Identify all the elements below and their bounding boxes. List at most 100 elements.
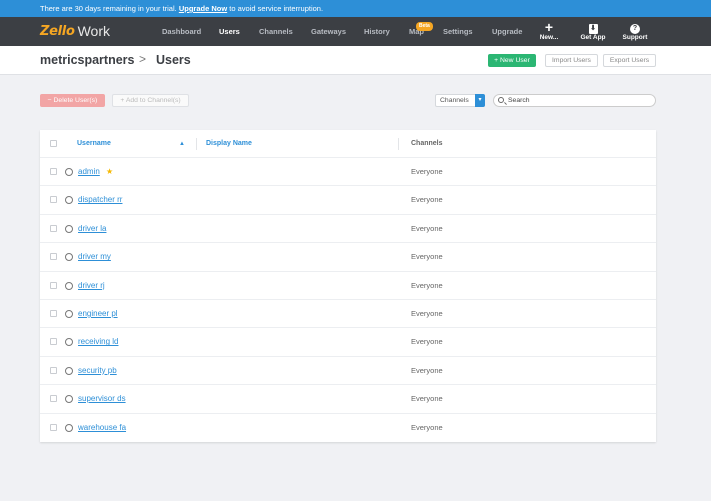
table-row[interactable]: receiving ld Everyone: [40, 328, 656, 357]
row-checkbox[interactable]: [50, 423, 57, 431]
username-column-header[interactable]: Username: [77, 130, 111, 158]
nav-channels[interactable]: Channels: [259, 17, 293, 46]
logo-work-text: Work: [77, 23, 111, 39]
column-divider: [398, 138, 399, 150]
table-row[interactable]: admin ★ Everyone: [40, 158, 656, 187]
nav-gateways[interactable]: Gateways: [311, 17, 346, 46]
display-name-column-header[interactable]: Display Name: [206, 130, 252, 158]
status-circle-icon: [65, 309, 73, 318]
row-checkbox[interactable]: [50, 395, 57, 403]
zello-work-logo[interactable]: Zello Work: [40, 23, 110, 39]
username-link[interactable]: driver my: [78, 243, 111, 271]
username-link[interactable]: dispatcher rr: [78, 186, 122, 214]
row-checkbox[interactable]: [50, 196, 57, 204]
logo-zello-text: Zello: [40, 23, 75, 39]
row-checkbox[interactable]: [50, 281, 57, 289]
new-menu-label: New...: [539, 34, 559, 41]
username-link[interactable]: security pb: [78, 357, 117, 385]
help-icon: ?: [630, 24, 640, 34]
status-circle-icon: [65, 338, 73, 347]
status-circle-icon: [65, 395, 73, 404]
channels-filter-select[interactable]: Channels ▾: [435, 94, 485, 107]
username-link[interactable]: engineer pl: [78, 300, 118, 328]
row-checkbox[interactable]: [50, 366, 57, 374]
status-circle-icon: [65, 196, 73, 205]
row-checkbox[interactable]: [50, 338, 57, 346]
channels-cell: Everyone: [411, 394, 443, 404]
new-user-button[interactable]: + New User: [488, 54, 536, 67]
users-table: Username ▲ Display Name Channels admin ★ E…: [40, 130, 656, 442]
star-icon: ★: [106, 167, 114, 176]
channels-cell: Everyone: [411, 195, 443, 205]
search-placeholder: Search: [508, 97, 530, 104]
map-beta-badge: Beta: [416, 22, 433, 31]
table-header: Username ▲ Display Name Channels: [40, 130, 656, 158]
row-checkbox[interactable]: [50, 309, 57, 317]
users-toolbar: − Delete User(s) + Add to Channel(s) Cha…: [0, 93, 711, 109]
download-icon: ⬇: [588, 24, 598, 34]
username-link[interactable]: driver la: [78, 215, 106, 243]
table-body: admin ★ Everyone dispatcher rr Everyone drive…: [40, 158, 656, 442]
channels-filter-value: Channels: [440, 97, 469, 104]
nav-upgrade[interactable]: Upgrade: [492, 17, 522, 46]
channels-cell: Everyone: [411, 252, 443, 262]
nav-users[interactable]: Users: [219, 17, 240, 46]
search-input[interactable]: Search: [493, 94, 656, 107]
channels-cell: Everyone: [411, 365, 443, 375]
username-link[interactable]: driver rj: [78, 272, 105, 300]
select-all-checkbox[interactable]: [50, 140, 57, 147]
nav-dashboard[interactable]: Dashboard: [162, 17, 201, 46]
table-row[interactable]: dispatcher rr Everyone: [40, 186, 656, 215]
table-row[interactable]: warehouse fa Everyone: [40, 414, 656, 442]
username-link[interactable]: warehouse fa: [78, 414, 126, 442]
status-circle-icon: [65, 423, 73, 432]
get-app-label: Get App: [580, 34, 606, 41]
username-link[interactable]: receiving ld: [78, 328, 118, 356]
chevron-right-icon: >: [139, 52, 147, 66]
top-navbar: Zello Work Dashboard Users Channels Gate…: [0, 17, 711, 46]
table-row[interactable]: engineer pl Everyone: [40, 300, 656, 329]
support-label: Support: [622, 34, 648, 41]
trial-text: There are 30 days remaining in your tria…: [40, 4, 179, 13]
channels-cell: Everyone: [411, 167, 443, 176]
row-checkbox[interactable]: [50, 224, 57, 232]
import-users-button[interactable]: Import Users: [545, 54, 598, 67]
status-circle-icon: [65, 168, 73, 176]
table-row[interactable]: driver la Everyone: [40, 215, 656, 244]
nav-history[interactable]: History: [364, 17, 390, 46]
get-app-button[interactable]: ⬇ Get App: [578, 20, 608, 42]
row-checkbox[interactable]: [50, 253, 57, 261]
username-link[interactable]: supervisor ds: [78, 385, 126, 413]
row-checkbox[interactable]: [50, 168, 57, 175]
nav-settings[interactable]: Settings: [443, 17, 473, 46]
column-divider: [196, 138, 197, 150]
export-users-button[interactable]: Export Users: [603, 54, 656, 67]
table-row[interactable]: driver my Everyone: [40, 243, 656, 272]
status-circle-icon: [65, 281, 73, 290]
page-title: Users: [156, 53, 191, 67]
delete-users-button[interactable]: − Delete User(s): [40, 94, 105, 107]
channels-cell: Everyone: [411, 223, 443, 233]
new-menu-button[interactable]: + New...: [537, 20, 561, 42]
status-circle-icon: [65, 366, 73, 375]
status-circle-icon: [65, 253, 73, 262]
upgrade-now-link[interactable]: Upgrade Now: [179, 4, 227, 13]
trial-banner: There are 30 days remaining in your tria…: [0, 0, 711, 17]
plus-icon: +: [544, 19, 554, 35]
username-link[interactable]: admin: [78, 158, 100, 186]
table-row[interactable]: security pb Everyone: [40, 357, 656, 386]
table-row[interactable]: driver rj Everyone: [40, 272, 656, 300]
support-button[interactable]: ? Support: [620, 20, 650, 42]
channels-cell: Everyone: [411, 422, 443, 432]
trial-text-suffix: to avoid service interruption.: [227, 4, 324, 13]
channels-cell: Everyone: [411, 308, 443, 318]
sort-ascending-icon[interactable]: ▲: [179, 130, 185, 158]
chevron-down-icon[interactable]: ▾: [475, 94, 485, 107]
breadcrumb-org[interactable]: metricspartners: [40, 53, 135, 67]
channels-cell: Everyone: [411, 337, 443, 347]
channels-cell: Everyone: [411, 280, 443, 290]
add-to-channels-button[interactable]: + Add to Channel(s): [112, 94, 189, 107]
status-circle-icon: [65, 224, 73, 233]
table-row[interactable]: supervisor ds Everyone: [40, 385, 656, 414]
channels-column-header: Channels: [411, 140, 443, 147]
